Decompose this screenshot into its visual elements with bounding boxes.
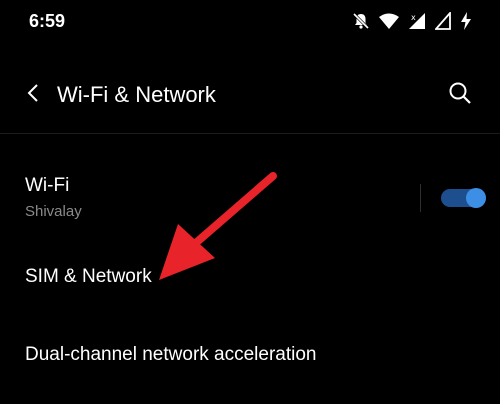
sim-network-row[interactable]: SIM & Network [0,250,500,310]
status-bar: 6:59 x [0,0,500,44]
dual-channel-title: Dual-channel network acceleration [25,344,317,365]
wifi-title: Wi-Fi [25,175,70,196]
wifi-network-name: Shivalay [25,203,82,220]
search-icon [448,81,472,109]
sim-network-title: SIM & Network [25,266,152,287]
back-chevron-icon [26,83,40,107]
charging-icon [460,12,472,30]
dual-channel-row[interactable]: Dual-channel network acceleration [0,330,500,390]
app-bar: Wi-Fi & Network [0,62,500,128]
app-bar-divider [0,133,500,134]
svg-text:x: x [411,13,416,22]
status-icons: x [352,11,472,31]
signal-icon [435,12,451,30]
status-time: 6:59 [29,11,66,31]
page-title: Wi-Fi & Network [57,82,216,107]
signal-x-icon: x [408,12,426,30]
search-button[interactable] [444,79,476,111]
notifications-off-icon [352,12,370,30]
wifi-setting-row[interactable]: Wi-Fi Shivalay [0,160,500,240]
wifi-icon [379,13,399,29]
toggle-separator [420,184,421,212]
toggle-thumb [466,188,486,208]
back-button[interactable] [18,80,48,110]
wifi-toggle[interactable] [441,187,486,209]
